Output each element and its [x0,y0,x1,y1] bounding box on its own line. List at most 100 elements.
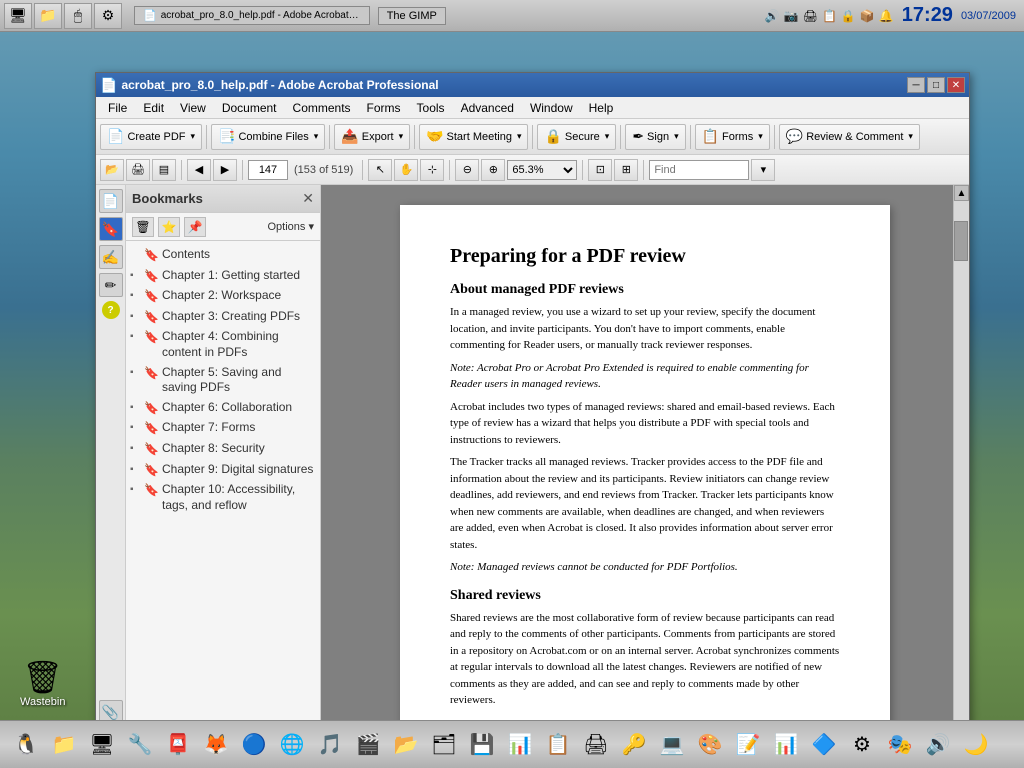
taskbar-icon-8[interactable]: 🌐 [274,727,310,763]
menu-edit[interactable]: Edit [135,99,172,117]
maximize-button[interactable]: □ [927,77,945,93]
nav-print[interactable]: 🖨 [126,159,150,181]
minimize-button[interactable]: ─ [907,77,925,93]
nav-view-mode[interactable]: ▤ [152,159,176,181]
start-meeting-button[interactable]: 🤝 Start Meeting [419,124,528,150]
bm-new-button[interactable]: ⭐ [158,217,180,237]
taskbar-icon-22[interactable]: 🔷 [806,727,842,763]
sidebar-tool-edit[interactable]: ✏ [99,273,123,297]
tray-icon-3[interactable]: 🖨 [803,9,818,23]
app-indicator-acrobat[interactable]: 📄 acrobat_pro_8.0_help.pdf - Adobe Acrob… [134,6,370,25]
taskbar-icon-7[interactable]: 🔵 [236,727,272,763]
volume-icon[interactable]: 🔊 [765,9,780,23]
nav-actual-size[interactable]: ⊞ [614,159,638,181]
menu-document[interactable]: Document [214,99,285,117]
tray-icon-5[interactable]: 🔒 [841,9,856,23]
camera-icon[interactable]: 📷 [784,9,799,23]
taskbar-icon-6[interactable]: 🦊 [198,727,234,763]
menu-comments[interactable]: Comments [285,99,359,117]
app-indicator-gimp[interactable]: The GIMP [378,7,446,25]
bm-expand-button[interactable]: 📌 [184,217,206,237]
nav-hand[interactable]: ✋ [394,159,418,181]
close-button[interactable]: ✕ [947,77,965,93]
bookmark-ch9[interactable]: ▪ 🔖 Chapter 9: Digital signatures [126,460,320,481]
taskbar-icon-21[interactable]: 📊 [768,727,804,763]
taskbar-icon-4[interactable]: 🔧 [122,727,158,763]
taskbar-icon-15[interactable]: 📋 [540,727,576,763]
bookmark-ch5[interactable]: ▪ 🔖 Chapter 5: Saving and saving PDFs [126,363,320,398]
review-comment-button[interactable]: 💬 Review & Comment [779,124,920,150]
forms-button[interactable]: 📋 Forms [695,124,770,150]
sidebar-tool-page[interactable]: 📄 [99,189,123,213]
find-input[interactable] [649,160,749,180]
zoom-select[interactable]: 65.3% 50% 75% 100% [507,160,577,180]
bookmark-ch3[interactable]: ▪ 🔖 Chapter 3: Creating PDFs [126,307,320,328]
secure-button[interactable]: 🔒 Secure [537,124,616,150]
taskbar-icon-11[interactable]: 📂 [388,727,424,763]
nav-zoom-in[interactable]: ⊕ [481,159,505,181]
menu-forms[interactable]: Forms [359,99,409,117]
create-pdf-button[interactable]: 📄 Create PDF [100,124,202,150]
export-button[interactable]: 📤 Export [334,124,410,150]
pdf-scroll-container[interactable]: Preparing for a PDF review About managed… [321,185,969,756]
nav-cursor[interactable]: ↖ [368,159,392,181]
nav-fit-page[interactable]: ⊡ [588,159,612,181]
taskbar-icon-17[interactable]: 🔑 [616,727,652,763]
taskbar-icon-10[interactable]: 🎬 [350,727,386,763]
sidebar-tool-signatures[interactable]: ✍ [99,245,123,269]
bookmark-ch6[interactable]: ▪ 🔖 Chapter 6: Collaboration [126,398,320,419]
menu-view[interactable]: View [172,99,214,117]
combine-files-button[interactable]: 📑 Combine Files [211,124,325,150]
scroll-up-button[interactable]: ▲ [954,185,969,201]
bookmark-ch1[interactable]: ▪ 🔖 Chapter 1: Getting started [126,266,320,287]
taskbar-icon-18[interactable]: 💻 [654,727,690,763]
nav-select[interactable]: ⊹ [420,159,444,181]
menu-advanced[interactable]: Advanced [453,99,522,117]
taskbar-icon-23[interactable]: ⚙ [844,727,880,763]
page-number-input[interactable] [248,160,288,180]
nav-forward[interactable]: ▶ [213,159,237,181]
taskbar-icon-26[interactable]: 🌙 [958,727,994,763]
taskbar-icon-9[interactable]: 🎵 [312,727,348,763]
tray-icon-6[interactable]: 📦 [860,9,875,23]
taskbar-icon-5[interactable]: 📮 [160,727,196,763]
bookmark-ch4[interactable]: ▪ 🔖 Chapter 4: Combining content in PDFs [126,327,320,362]
tray-icon-7[interactable]: 🔔 [879,9,894,23]
bookmark-contents[interactable]: 🔖 Contents [126,245,320,266]
taskbar-icon-14[interactable]: 📊 [502,727,538,763]
menu-help[interactable]: Help [581,99,622,117]
bookmark-ch8[interactable]: ▪ 🔖 Chapter 8: Security [126,439,320,460]
bookmark-ch2[interactable]: ▪ 🔖 Chapter 2: Workspace [126,286,320,307]
taskbar-icon-16[interactable]: 🖨 [578,727,614,763]
taskbar-icon-20[interactable]: 📝 [730,727,766,763]
taskbar-icon-12[interactable]: 🗂 [426,727,462,763]
bookmarks-close-button[interactable]: ✕ [302,190,314,207]
taskbar-icon-25[interactable]: 🔊 [920,727,956,763]
taskbar-icon-1[interactable]: 🐧 [8,727,44,763]
bm-options-button[interactable]: Options ▾ [268,220,315,233]
taskbar-icon-19[interactable]: 🎨 [692,727,728,763]
nav-back[interactable]: ◀ [187,159,211,181]
taskbar-btn-2[interactable]: 📁 [34,3,62,29]
wastebin[interactable]: 🗑 Wastebin [20,658,65,708]
sidebar-tool-help[interactable]: ? [102,301,120,319]
taskbar-icon-3[interactable]: 🖥 [84,727,120,763]
scroll-thumb[interactable] [954,221,968,261]
nav-zoom-out[interactable]: ⊖ [455,159,479,181]
menu-file[interactable]: File [100,99,135,117]
taskbar-icon-24[interactable]: 🎭 [882,727,918,763]
bookmark-ch7[interactable]: ▪ 🔖 Chapter 7: Forms [126,418,320,439]
taskbar-btn-1[interactable]: 🖥 [4,3,32,29]
menu-tools[interactable]: Tools [409,99,453,117]
bm-delete-button[interactable]: 🗑 [132,217,154,237]
taskbar-icon-2[interactable]: 📁 [46,727,82,763]
bookmark-ch10[interactable]: ▪ 🔖 Chapter 10: Accessibility, tags, and… [126,480,320,515]
menu-window[interactable]: Window [522,99,581,117]
taskbar-btn-4[interactable]: ⚙ [94,3,122,29]
sign-button[interactable]: ✒ Sign [625,124,685,150]
taskbar-icon-13[interactable]: 💾 [464,727,500,763]
sidebar-tool-bookmarks[interactable]: 🔖 [99,217,123,241]
find-dropdown[interactable]: ▾ [751,159,775,181]
nav-folder-open[interactable]: 📂 [100,159,124,181]
taskbar-btn-3[interactable]: 🖱 [64,3,92,29]
